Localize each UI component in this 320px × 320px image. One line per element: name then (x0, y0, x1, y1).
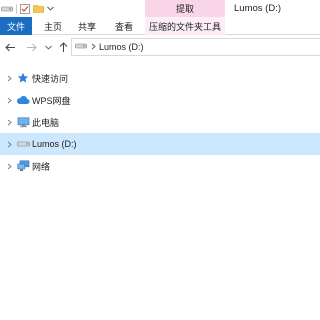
tree-item-lumos-drive[interactable]: Lumos (D:) (0, 133, 320, 155)
tree-item-label: Lumos (D:) (32, 139, 77, 149)
tab-compressed-folder-tools[interactable]: 压缩的文件夹工具 (145, 17, 225, 35)
arrow-right-icon (26, 43, 37, 51)
tree-item-wps-cloud[interactable]: WPS网盘 (0, 89, 320, 111)
forward-button[interactable] (24, 39, 38, 55)
tab-file[interactable]: 文件 (0, 17, 32, 35)
star-pin-icon (16, 72, 30, 84)
navigation-pane: 快速访问 WPS网盘 此电脑 Lumos (D:) 网络 (0, 67, 320, 177)
chevron-right-icon[interactable] (4, 73, 14, 83)
navigation-bar: Lumos (D:) (0, 35, 320, 59)
back-button[interactable] (3, 39, 17, 55)
dropdown-icon[interactable] (45, 0, 55, 17)
tree-item-label: 快速访问 (32, 73, 69, 84)
tree-item-this-pc[interactable]: 此电脑 (0, 111, 320, 133)
context-tab-header: 提取 (145, 0, 225, 17)
cloud-icon (16, 94, 30, 106)
tab-share[interactable]: 共享 (72, 17, 102, 35)
ribbon-tabs: 文件 主页 共享 查看 压缩的文件夹工具 (0, 17, 320, 35)
new-folder-icon[interactable] (31, 0, 45, 17)
quick-access-toolbar (0, 0, 55, 17)
recent-locations-button[interactable] (43, 39, 53, 55)
tree-item-label: 此电脑 (32, 117, 60, 128)
chevron-right-icon[interactable] (4, 139, 14, 149)
chevron-right-icon[interactable] (4, 117, 14, 127)
breadcrumb-current[interactable]: Lumos (D:) (99, 42, 144, 52)
tree-item-network[interactable]: 网络 (0, 155, 320, 177)
window-title: Lumos (D:) (234, 3, 281, 14)
tab-view[interactable]: 查看 (109, 17, 139, 35)
network-icon (16, 160, 30, 172)
computer-icon (16, 116, 30, 128)
toolbar-separator (16, 3, 17, 14)
drive-icon (75, 42, 87, 52)
chevron-right-icon[interactable] (4, 95, 14, 105)
properties-icon[interactable] (19, 0, 31, 17)
drive-icon (16, 138, 30, 150)
tab-home[interactable]: 主页 (38, 17, 68, 35)
up-button[interactable] (56, 39, 70, 55)
tree-item-quick-access[interactable]: 快速访问 (0, 67, 320, 89)
breadcrumb-separator-icon[interactable] (91, 42, 96, 52)
address-bar[interactable]: Lumos (D:) (71, 38, 320, 56)
title-bar: 提取 Lumos (D:) (0, 0, 320, 17)
arrow-up-icon (59, 41, 67, 52)
drive-icon[interactable] (0, 0, 14, 17)
chevron-down-icon (44, 45, 52, 50)
chevron-right-icon[interactable] (4, 161, 14, 171)
tree-item-label: 网络 (32, 161, 51, 172)
arrow-left-icon (4, 43, 15, 51)
tree-item-label: WPS网盘 (32, 95, 71, 106)
